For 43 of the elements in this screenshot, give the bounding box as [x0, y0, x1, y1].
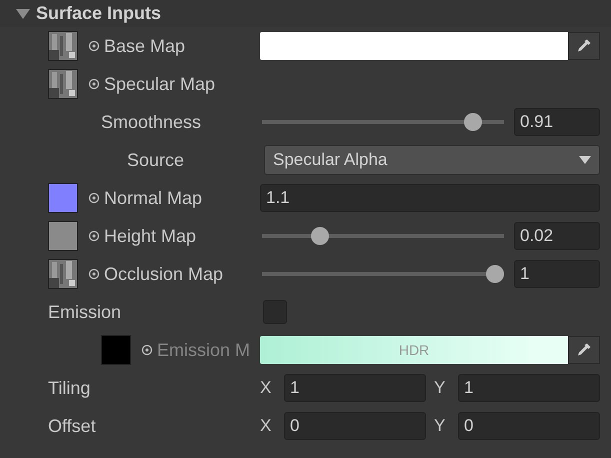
color-field[interactable] — [260, 32, 568, 60]
value-field[interactable]: 0 — [284, 412, 426, 440]
eyedropper-icon — [576, 38, 592, 54]
property-label: Occlusion Map — [104, 264, 224, 284]
eyedropper-button[interactable] — [568, 32, 600, 60]
value-field[interactable]: 0.91 — [514, 108, 600, 136]
property-label: Emission M — [157, 340, 250, 360]
circle-dot-icon[interactable] — [88, 268, 100, 280]
texture-swatch[interactable] — [48, 221, 78, 251]
property-label: Specular Map — [104, 74, 216, 94]
property-label: Normal Map — [104, 188, 202, 208]
source-dropdown[interactable]: Specular Alpha — [264, 145, 600, 175]
value-field[interactable]: 1 — [458, 374, 600, 402]
property-label: Emission — [48, 302, 122, 322]
value-field[interactable]: 1.1 — [260, 184, 600, 212]
property-label: Height Map — [104, 226, 196, 246]
property-label: Tiling — [48, 378, 90, 398]
eyedropper-button[interactable] — [568, 336, 600, 364]
property-label: Offset — [48, 416, 96, 436]
value-field[interactable]: 1 — [284, 374, 426, 402]
value-field[interactable]: 0.02 — [514, 222, 600, 250]
axis-label: Y — [434, 416, 446, 436]
axis-label: Y — [434, 378, 446, 398]
slider-thumb[interactable] — [464, 113, 482, 131]
value-field[interactable]: 0 — [458, 412, 600, 440]
circle-dot-icon[interactable] — [88, 192, 100, 204]
eyedropper-icon — [576, 342, 592, 358]
value-field[interactable]: 1 — [514, 260, 600, 288]
circle-dot-icon[interactable] — [141, 344, 153, 356]
property-label: Smoothness — [101, 112, 202, 132]
property-label: Base Map — [104, 36, 186, 56]
texture-swatch[interactable] — [48, 183, 78, 213]
axis-label: X — [260, 378, 272, 398]
axis-label: X — [260, 416, 272, 436]
circle-dot-icon[interactable] — [88, 78, 100, 90]
section-title: Surface Inputs — [36, 3, 162, 24]
slider-thumb[interactable] — [311, 227, 330, 245]
slider-thumb[interactable] — [486, 265, 504, 283]
caret-icon — [579, 156, 591, 164]
property-label: Source — [127, 150, 184, 170]
circle-dot-icon[interactable] — [88, 230, 100, 242]
circle-dot-icon[interactable] — [88, 40, 100, 52]
foldout-arrow-icon[interactable] — [16, 8, 30, 20]
